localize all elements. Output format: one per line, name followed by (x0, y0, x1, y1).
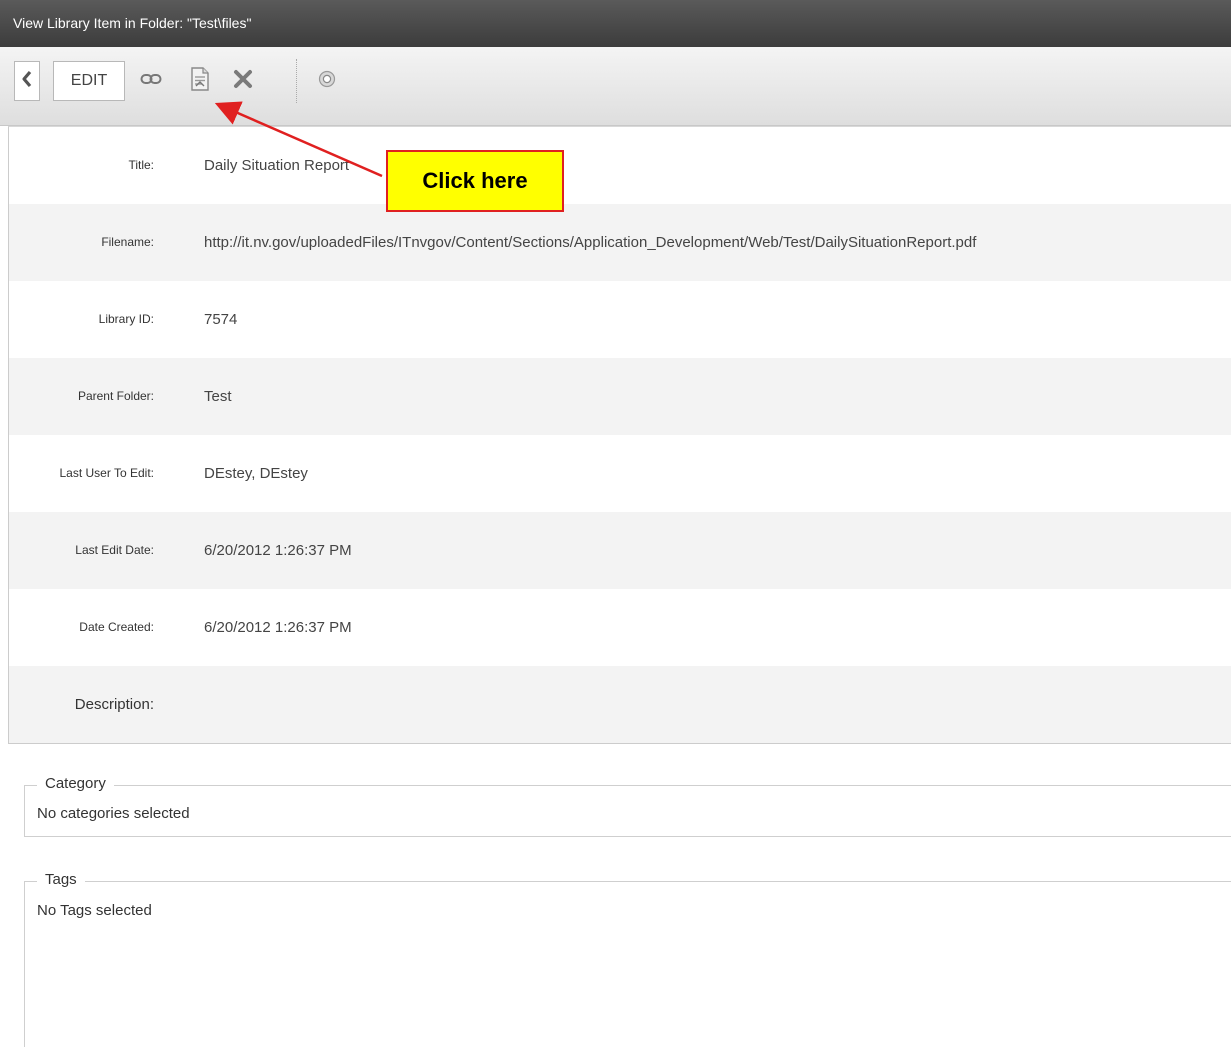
tags-group: Tags No Tags selected (24, 871, 1231, 1047)
link-button[interactable] (138, 67, 164, 95)
title-label: Title: (128, 158, 154, 172)
tags-text: No Tags selected (37, 902, 152, 919)
detail-row-last-edit-date: Last Edit Date: 6/20/2012 1:26:37 PM (9, 512, 1231, 589)
detail-row-library-id: Library ID: 7574 (9, 281, 1231, 358)
title-value: Daily Situation Report (204, 157, 350, 174)
category-group: Category No categories selected (24, 775, 1231, 837)
help-circle-icon (318, 70, 336, 93)
last-user-value: DEstey, DEstey (204, 465, 308, 482)
date-created-value: 6/20/2012 1:26:37 PM (204, 619, 352, 636)
library-id-value: 7574 (204, 311, 238, 328)
detail-row-parent-folder: Parent Folder: Test (9, 358, 1231, 435)
category-text: No categories selected (37, 805, 190, 822)
description-label: Description: (74, 696, 154, 713)
filename-value: http://it.nv.gov/uploadedFiles/ITnvgov/C… (204, 234, 977, 251)
close-x-icon (232, 68, 254, 95)
parent-folder-label: Parent Folder: (77, 389, 154, 403)
click-here-callout: Click here (386, 150, 564, 212)
detail-row-title: Title: Daily Situation Report (9, 127, 1231, 204)
window-title: View Library Item in Folder: "Test\files… (13, 15, 252, 31)
parent-folder-value: Test (204, 388, 232, 405)
back-button[interactable] (14, 61, 40, 101)
toolbar: EDIT (0, 47, 1231, 126)
detail-row-filename: Filename: http://it.nv.gov/uploadedFiles… (9, 204, 1231, 281)
tags-legend: Tags (37, 871, 85, 888)
last-edit-date-value: 6/20/2012 1:26:37 PM (204, 542, 352, 559)
edit-button[interactable]: EDIT (53, 61, 125, 101)
last-user-label: Last User To Edit: (59, 466, 155, 480)
item-details-table: Title: Daily Situation Report Filename: … (8, 126, 1231, 744)
category-legend: Category (37, 775, 114, 792)
detail-row-description: Description: (9, 666, 1231, 743)
link-icon (140, 72, 162, 91)
date-created-label: Date Created: (79, 620, 154, 634)
detail-row-last-user: Last User To Edit: DEstey, DEstey (9, 435, 1231, 512)
library-id-label: Library ID: (98, 312, 154, 326)
window-title-bar: View Library Item in Folder: "Test\files… (0, 0, 1231, 47)
chevron-left-icon (20, 70, 34, 93)
document-view-icon (189, 66, 211, 97)
filename-label: Filename: (101, 235, 154, 249)
view-file-button[interactable] (187, 66, 213, 97)
detail-row-date-created: Date Created: 6/20/2012 1:26:37 PM (9, 589, 1231, 666)
delete-button[interactable] (230, 67, 256, 95)
callout-text: Click here (422, 168, 528, 193)
toolbar-separator (296, 59, 297, 103)
help-button[interactable] (314, 67, 340, 95)
last-edit-date-label: Last Edit Date: (75, 543, 154, 557)
